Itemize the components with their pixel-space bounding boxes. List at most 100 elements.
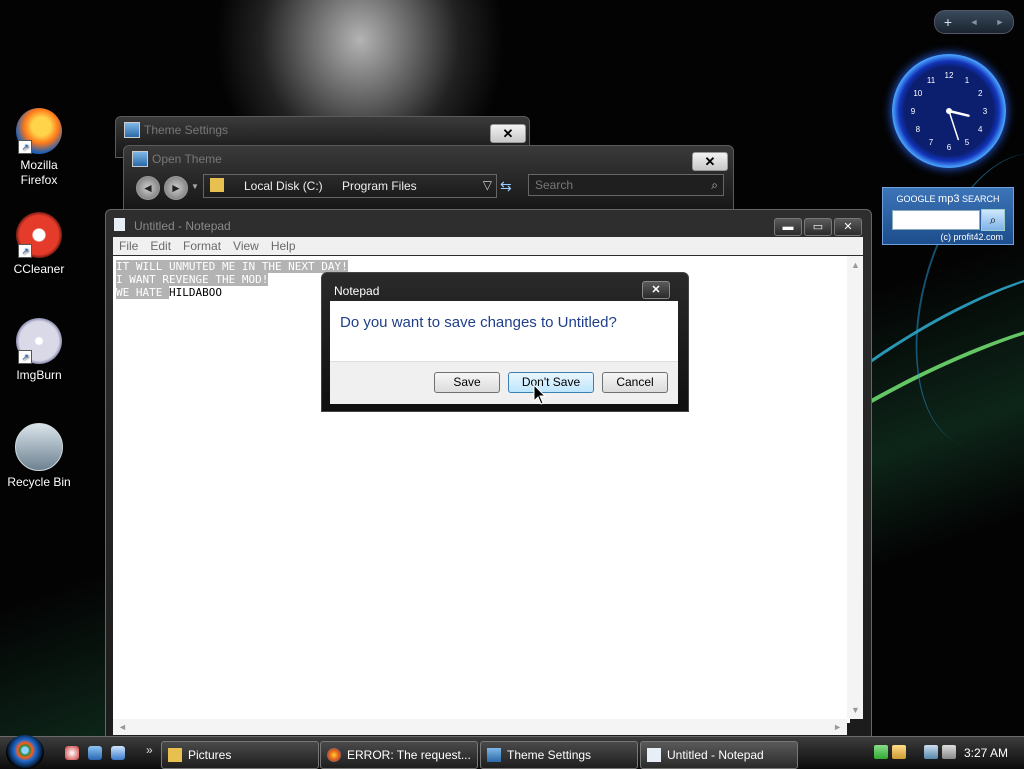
taskbar-button-label: ERROR: The request... — [347, 748, 471, 762]
dialog-close-button[interactable]: ✕ — [642, 281, 670, 299]
imgburn-icon: ↗ — [16, 318, 62, 364]
breadcrumb-local-disk[interactable]: Local Disk (C:) — [244, 179, 323, 193]
vertical-scrollbar[interactable]: ▲ ▼ — [847, 256, 863, 719]
tray-app-icon[interactable] — [892, 745, 906, 759]
dialog-message: Do you want to save changes to Untitled? — [340, 314, 617, 331]
search-input[interactable]: Search ⌕ — [528, 174, 724, 196]
tray-app-icon[interactable] — [874, 745, 888, 759]
taskbar-button-pictures[interactable]: Pictures — [161, 741, 319, 769]
folder-icon — [168, 748, 182, 762]
scroll-left-icon[interactable]: ◄ — [118, 722, 127, 732]
open-theme-window[interactable]: Open Theme ✕ ◄ ► ▼ Local Disk (C:) Progr… — [123, 145, 734, 213]
gadget-copyright: (c) profit42.com — [940, 232, 1003, 242]
quicklaunch-more-chevron[interactable]: » — [146, 743, 153, 757]
clock-hour-label: 1 — [965, 76, 970, 85]
address-bar[interactable]: Local Disk (C:) Program Files ▽ — [203, 174, 497, 198]
next-gadget-button[interactable]: ► — [987, 17, 1013, 27]
clock-hour-label: 8 — [916, 125, 921, 134]
desktop-icon-label: CCleaner — [13, 262, 65, 276]
add-gadget-button[interactable]: + — [935, 14, 961, 30]
breadcrumb-program-files[interactable]: Program Files — [342, 179, 417, 193]
refresh-icon[interactable]: ⇆ — [500, 178, 512, 195]
clock-minute-hand — [948, 110, 960, 141]
firefox-icon — [327, 748, 341, 762]
clock-hour-label: 9 — [911, 107, 916, 116]
save-button[interactable]: Save — [434, 372, 500, 393]
clock-hour-label: 11 — [927, 76, 936, 85]
desktop-icon-imgburn[interactable]: ↗ ImgBurn — [1, 318, 77, 383]
taskbar-button-firefox[interactable]: ERROR: The request... — [320, 741, 478, 769]
quicklaunch-chrome-icon[interactable] — [65, 746, 79, 760]
menu-edit[interactable]: Edit — [144, 237, 177, 253]
switch-windows-icon[interactable] — [111, 746, 125, 760]
menu-format[interactable]: Format — [177, 237, 227, 253]
cancel-button[interactable]: Cancel — [602, 372, 668, 393]
taskbar-button-theme-settings[interactable]: Theme Settings — [480, 741, 638, 769]
menu-view[interactable]: View — [227, 237, 265, 253]
volume-muted-icon[interactable] — [942, 745, 956, 759]
selected-text-line: I WANT REVENGE THE MOD! — [116, 273, 269, 286]
desktop-icon-label: Firefox — [20, 173, 58, 187]
selected-text-line: IT WILL UNMUTED ME IN THE NEXT DAY! — [116, 260, 348, 273]
clock-hour-label: 2 — [978, 89, 983, 98]
desktop-icon-ccleaner[interactable]: ↗ CCleaner — [1, 212, 77, 277]
clock-hour-hand — [947, 109, 970, 117]
google-mp3-search-gadget: GOOGLE mp3 SEARCH ⌕ (c) profit42.com — [882, 187, 1014, 245]
previous-gadget-button[interactable]: ◄ — [961, 17, 987, 27]
close-button[interactable]: ✕ — [834, 218, 862, 236]
taskbar-button-label: Pictures — [188, 748, 232, 762]
minimize-button[interactable]: ▬ — [774, 218, 802, 236]
gadget-title-suffix: SEARCH — [961, 194, 1000, 204]
scroll-up-icon[interactable]: ▲ — [851, 260, 860, 270]
menu-help[interactable]: Help — [265, 237, 302, 253]
close-button[interactable]: ✕ — [692, 152, 728, 171]
desktop-icon-firefox[interactable]: ↗ Mozilla Firefox — [1, 108, 77, 188]
dialog-button-area: Save Don't Save Cancel — [330, 361, 678, 404]
desktop-icon-label: ImgBurn — [16, 368, 62, 382]
back-arrow-icon[interactable]: ◄ — [136, 176, 160, 200]
mp3-search-input[interactable] — [892, 210, 980, 230]
menu-file[interactable]: File — [113, 237, 144, 253]
start-orb-icon[interactable] — [6, 735, 44, 769]
theme-settings-icon — [124, 122, 140, 138]
dialog-body: Do you want to save changes to Untitled? — [330, 301, 678, 361]
scroll-right-icon[interactable]: ► — [833, 722, 842, 732]
gadget-title-prefix: GOOGLE — [896, 194, 936, 204]
scroll-down-icon[interactable]: ▼ — [851, 705, 860, 715]
recent-pages-chevron-icon[interactable]: ▼ — [191, 182, 199, 191]
address-dropdown-icon[interactable]: ▽ — [483, 178, 492, 192]
shortcut-arrow-icon: ↗ — [18, 244, 32, 258]
clock-hour-label: 10 — [913, 89, 922, 98]
text-line: HILDABOO — [168, 286, 222, 299]
taskbar-button-label: Theme Settings — [507, 748, 592, 762]
desktop-icon-recycle-bin[interactable]: Recycle Bin — [1, 423, 77, 490]
maximize-button[interactable]: ▭ — [804, 218, 832, 236]
firefox-icon: ↗ — [16, 108, 62, 154]
dont-save-button[interactable]: Don't Save — [508, 372, 594, 393]
sidebar-controls: + ◄ ► — [934, 10, 1014, 34]
gadget-title-main: mp3 — [938, 193, 960, 205]
shortcut-arrow-icon: ↗ — [18, 350, 32, 364]
clock-hour-label: 7 — [929, 138, 934, 147]
clock-hour-label: 6 — [947, 143, 952, 152]
shortcut-arrow-icon: ↗ — [18, 140, 32, 154]
close-button[interactable]: ✕ — [490, 124, 526, 143]
clock-hour-label: 4 — [978, 125, 983, 134]
forward-arrow-icon[interactable]: ► — [164, 176, 188, 200]
search-icon: ⌕ — [711, 178, 718, 192]
show-desktop-icon[interactable] — [88, 746, 102, 760]
search-go-icon[interactable]: ⌕ — [981, 209, 1005, 231]
save-changes-dialog[interactable]: Notepad ✕ Do you want to save changes to… — [321, 272, 689, 412]
clock-center-pin — [946, 108, 952, 114]
taskbar-clock[interactable]: 3:27 AM — [964, 746, 1008, 760]
horizontal-scrollbar[interactable]: ◄ ► — [113, 719, 847, 735]
folder-icon — [210, 178, 224, 192]
clock-gadget[interactable]: 12 1 2 3 4 5 6 7 8 9 10 11 — [892, 54, 1006, 168]
taskbar-button-notepad[interactable]: Untitled - Notepad — [640, 741, 798, 769]
window-title: Theme Settings — [144, 123, 229, 137]
recycle-bin-icon — [15, 423, 63, 471]
clock-hour-label: 12 — [945, 71, 954, 80]
network-icon[interactable] — [924, 745, 938, 759]
open-theme-icon — [132, 151, 148, 167]
selected-text-line: WE HATE — [116, 286, 169, 299]
